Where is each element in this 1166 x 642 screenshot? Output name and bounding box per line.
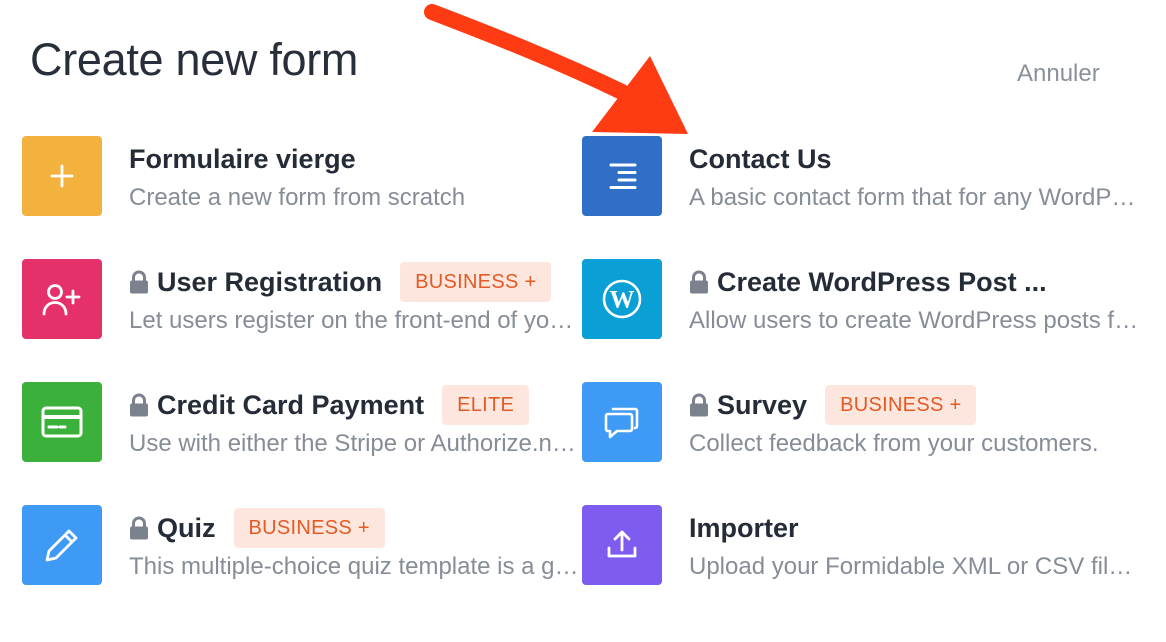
- blank-form-tile: [22, 136, 102, 216]
- cancel-link[interactable]: Annuler: [1017, 60, 1100, 88]
- lock-icon: [129, 270, 149, 294]
- template-description: Allow users to create WordPress posts fr…: [689, 307, 1139, 334]
- credit-card-icon: [41, 406, 83, 438]
- template-description: Let users register on the front-end of y…: [129, 307, 579, 334]
- template-survey[interactable]: Survey BUSINESS + Collect feedback from …: [582, 382, 1142, 464]
- plus-icon: [50, 164, 74, 188]
- template-title: User Registration: [157, 266, 383, 297]
- template-title: Survey: [717, 389, 808, 420]
- template-description: This multiple-choice quiz template is a …: [129, 553, 579, 580]
- chat-bubbles-icon: [604, 407, 639, 439]
- user-plus-icon: [42, 284, 81, 316]
- lock-icon: [689, 393, 709, 417]
- contact-us-tile: [582, 136, 662, 216]
- template-description: A basic contact form that for any WordPr…: [689, 184, 1139, 211]
- upload-icon: [607, 530, 637, 558]
- lock-icon: [689, 270, 709, 294]
- text-lines-icon: [609, 163, 637, 189]
- template-title: Credit Card Payment: [157, 389, 425, 420]
- template-title: Create WordPress Post ...: [717, 266, 1047, 297]
- pencil-icon: [45, 529, 78, 562]
- page-title: Create new form: [30, 34, 359, 85]
- template-description: Use with either the Stripe or Authorize.…: [129, 430, 579, 457]
- template-user-registration[interactable]: User Registration BUSINESS + Let users r…: [22, 259, 582, 341]
- importer-tile: [582, 505, 662, 585]
- template-title: Formulaire vierge: [129, 143, 356, 174]
- user-registration-tile: [22, 259, 102, 339]
- template-importer[interactable]: Importer Upload your Formidable XML or C…: [582, 505, 1142, 587]
- template-title: Contact Us: [689, 143, 832, 174]
- plan-badge: ELITE: [442, 385, 530, 425]
- template-contact-us[interactable]: Contact Us A basic contact form that for…: [582, 136, 1142, 218]
- plan-badge: BUSINESS +: [400, 262, 552, 302]
- create-form-dialog: Create new form Annuler Formulaire vierg…: [0, 0, 1166, 642]
- credit-card-tile: [22, 382, 102, 462]
- svg-text:W: W: [610, 287, 635, 314]
- template-description: Collect feedback from your customers.: [689, 430, 1099, 457]
- survey-tile: [582, 382, 662, 462]
- template-description: Create a new form from scratch: [129, 184, 466, 211]
- template-title: Importer: [689, 512, 799, 543]
- template-create-wordpress-post[interactable]: W Create WordPress Post ... Allow users …: [582, 259, 1142, 341]
- lock-icon: [129, 393, 149, 417]
- template-credit-card-payment[interactable]: Credit Card Payment ELITE Use with eithe…: [22, 382, 582, 464]
- wordpress-icon: W: [602, 279, 642, 319]
- template-quiz[interactable]: Quiz BUSINESS + This multiple-choice qui…: [22, 505, 582, 587]
- template-title: Quiz: [157, 512, 216, 543]
- wordpress-post-tile: W: [582, 259, 662, 339]
- template-blank-form[interactable]: Formulaire vierge Create a new form from…: [22, 136, 582, 218]
- lock-icon: [129, 516, 149, 540]
- template-description: Upload your Formidable XML or CSV file t…: [689, 553, 1139, 580]
- quiz-tile: [22, 505, 102, 585]
- plan-badge: BUSINESS +: [825, 385, 977, 425]
- plan-badge: BUSINESS +: [233, 508, 385, 548]
